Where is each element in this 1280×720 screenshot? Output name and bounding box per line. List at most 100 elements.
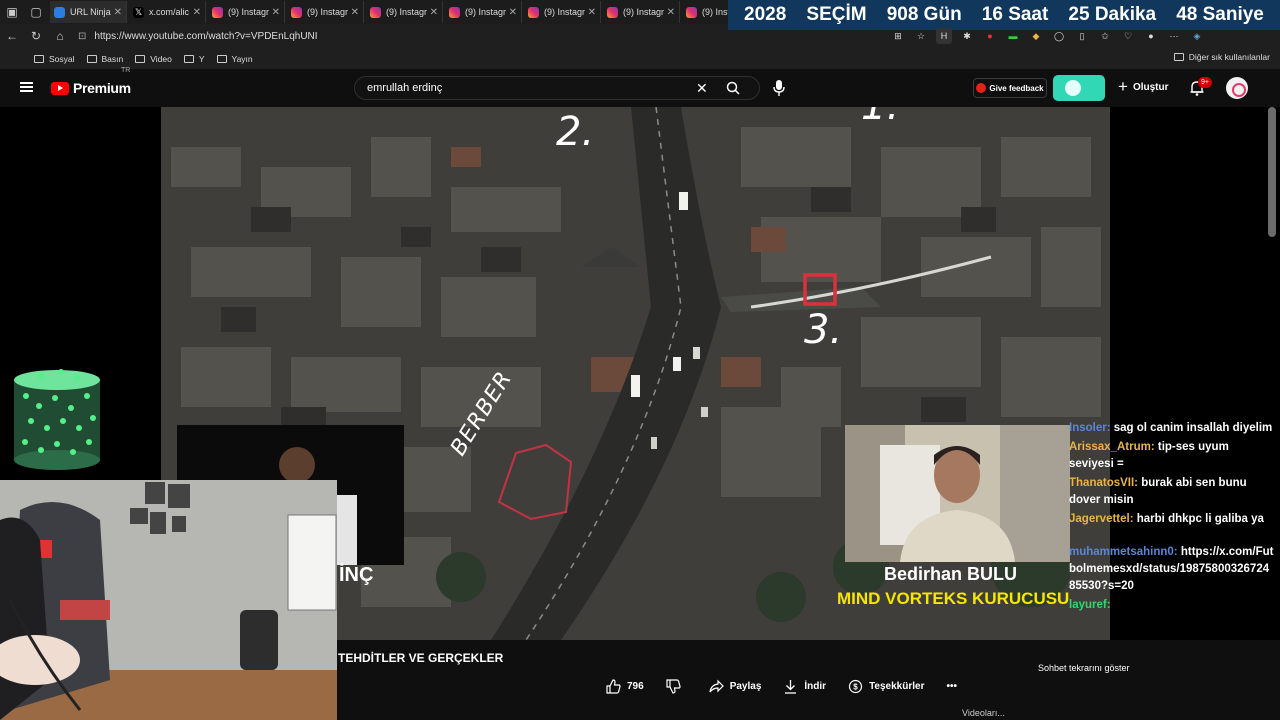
extension-icon[interactable]: H — [936, 28, 952, 44]
collections-icon[interactable]: ♡ — [1120, 28, 1136, 44]
close-icon[interactable]: ✕ — [114, 7, 122, 18]
more-icon: ••• — [946, 681, 957, 692]
tab-instagram[interactable]: (9) Instagr ✕ — [445, 1, 522, 23]
page-scrollbar[interactable] — [1268, 107, 1276, 237]
close-icon[interactable]: ✕ — [588, 7, 596, 18]
youtube-header: Premium TR emrullah erdinç ✕ Give feedba… — [0, 67, 1280, 107]
tab-actions-icon[interactable]: ▢ — [24, 0, 48, 24]
streamer-webcam — [0, 480, 337, 720]
close-icon[interactable]: ✕ — [509, 7, 517, 18]
bookmark-folder[interactable]: Sosyal — [34, 54, 75, 64]
microphone-icon[interactable] — [772, 79, 786, 97]
extension-icon[interactable]: ◯ — [1051, 28, 1067, 44]
dislike-button[interactable] — [666, 679, 687, 694]
bookmark-folder[interactable]: Basın — [86, 54, 123, 64]
notification-badge: 9+ — [1198, 77, 1212, 88]
other-bookmarks[interactable]: Diğer sık kullanılanlar — [1173, 52, 1270, 62]
refresh-icon[interactable]: ↻ — [24, 29, 48, 43]
extension-icon[interactable]: ✱ — [959, 28, 975, 44]
bottom-hint: Videoları... — [962, 708, 1005, 718]
clear-icon[interactable]: ✕ — [696, 80, 708, 97]
bookmark-folder[interactable]: Yayın — [216, 54, 253, 64]
folder-icon — [216, 54, 227, 63]
guest-camera — [845, 425, 1070, 562]
video-actions: 796 Paylaş İndir $ Teşekkürler ••• — [606, 679, 979, 694]
map-label-one: 1. — [861, 107, 899, 129]
tab-instagram[interactable]: (9) Instagr ✕ — [287, 1, 364, 23]
create-button[interactable]: + Oluştur — [1118, 78, 1169, 95]
region-code: TR — [121, 67, 131, 74]
guest-name: Bedirhan BULU — [884, 564, 1018, 584]
close-icon[interactable]: ✕ — [193, 7, 201, 18]
address-bar-row: ← ↻ ⌂ ⊡ https://www.youtube.com/watch?v=… — [0, 24, 1280, 48]
share-button[interactable]: Paylaş — [709, 679, 761, 694]
back-icon[interactable]: ← — [0, 29, 24, 43]
tab-instagram[interactable]: (9) Instagr ✕ — [524, 1, 601, 23]
avatar[interactable] — [1226, 77, 1248, 99]
instagram-icon — [607, 6, 618, 18]
close-icon[interactable]: ✕ — [272, 7, 280, 18]
tab-url-ninja[interactable]: URL Ninja ✕ — [50, 1, 127, 23]
thanks-button[interactable]: $ Teşekkürler — [848, 679, 924, 694]
extension-toggle[interactable] — [1053, 75, 1105, 101]
download-button[interactable]: İndir — [783, 679, 826, 694]
instagram-icon — [291, 6, 302, 18]
instagram-icon — [528, 6, 539, 18]
share-icon — [709, 679, 724, 693]
youtube-play-icon — [51, 81, 69, 95]
x-icon: 𝕏 — [133, 6, 144, 18]
guest-role: MIND VORTEKS KURUCUSU — [837, 589, 1070, 608]
video-title: TEHDİTLER VE GERÇEKLER — [338, 651, 504, 665]
close-icon[interactable]: ✕ — [667, 7, 675, 18]
extensions-toolbar: ⊞ ☆ H ✱ ● ▬ ◆ ◯ ▯ ✩ ♡ ● ⋯ ◈ — [890, 28, 1205, 44]
tab-instagram[interactable]: (9) Instagr ✕ — [603, 1, 680, 23]
instagram-icon — [686, 6, 697, 18]
tab-instagram[interactable]: (9) Instagr ✕ — [366, 1, 443, 23]
thanks-icon: $ — [848, 679, 863, 694]
star-icon[interactable]: ☆ — [913, 28, 929, 44]
chat-message: muhammetsahinn0: https://x.com/Futbolmem… — [1069, 546, 1274, 592]
extension-icon[interactable]: ▬ — [1005, 28, 1021, 44]
reader-icon[interactable]: ⊞ — [890, 28, 906, 44]
chat-message: Jagervettel: harbi dhkpc li galiba ya — [1069, 513, 1264, 525]
folder-icon — [183, 54, 194, 63]
more-icon[interactable]: ⋯ — [1166, 28, 1182, 44]
chat-message: layuref: — [1069, 599, 1111, 611]
chat-replay-tooltip[interactable]: Sohbet tekrarını göster — [1038, 663, 1130, 673]
copilot-icon[interactable]: ◈ — [1189, 28, 1205, 44]
bookmark-folder[interactable]: Video — [135, 54, 172, 64]
tab-x[interactable]: 𝕏x.com/alic ✕ — [129, 1, 206, 23]
search-icon[interactable] — [726, 81, 740, 95]
close-icon[interactable]: ✕ — [430, 7, 438, 18]
tab-instagram[interactable]: (9) Instagr ✕ — [208, 1, 285, 23]
close-icon[interactable]: ✕ — [351, 7, 359, 18]
more-actions-button[interactable]: ••• — [946, 681, 957, 692]
thumbs-up-icon — [606, 679, 621, 694]
bookmark-folder[interactable]: Y — [183, 54, 205, 64]
url-field[interactable]: ⊡ https://www.youtube.com/watch?v=VPDEnL… — [78, 26, 888, 46]
countdown-seconds: 48 Saniye — [1176, 4, 1264, 25]
like-button[interactable]: 796 — [606, 679, 644, 694]
folder-icon — [86, 54, 97, 63]
extension-icon[interactable]: ◆ — [1028, 28, 1044, 44]
chat-message: Insoler: sag ol canim insallah diyelim — [1069, 422, 1273, 434]
menu-icon[interactable] — [20, 82, 33, 92]
workspaces-icon[interactable]: ▣ — [0, 0, 24, 24]
countdown-hours: 16 Saat — [981, 4, 1049, 25]
feedback-icon — [976, 83, 987, 93]
profile-icon[interactable]: ● — [1143, 28, 1159, 44]
url-ninja-icon — [54, 6, 65, 18]
youtube-logo[interactable]: Premium — [51, 80, 131, 96]
countdown-label: SEÇİM — [806, 4, 867, 25]
countdown-minutes: 25 Dakika — [1068, 4, 1157, 25]
split-screen-icon[interactable]: ▯ — [1074, 28, 1090, 44]
live-chat: Insoler: sag ol canim insallah diyelim A… — [1069, 420, 1274, 616]
home-icon[interactable]: ⌂ — [48, 29, 72, 43]
lock-icon: ⊡ — [78, 30, 87, 42]
extension-icon[interactable]: ● — [982, 28, 998, 44]
favorites-icon[interactable]: ✩ — [1097, 28, 1113, 44]
streamer-webcam-image — [0, 480, 337, 720]
give-feedback-button[interactable]: Give feedback — [973, 78, 1047, 98]
search-input[interactable]: emrullah erdinç ✕ — [354, 76, 760, 100]
chat-message: ThanatosVII: burak abi sen bunu dover mi… — [1069, 477, 1247, 506]
